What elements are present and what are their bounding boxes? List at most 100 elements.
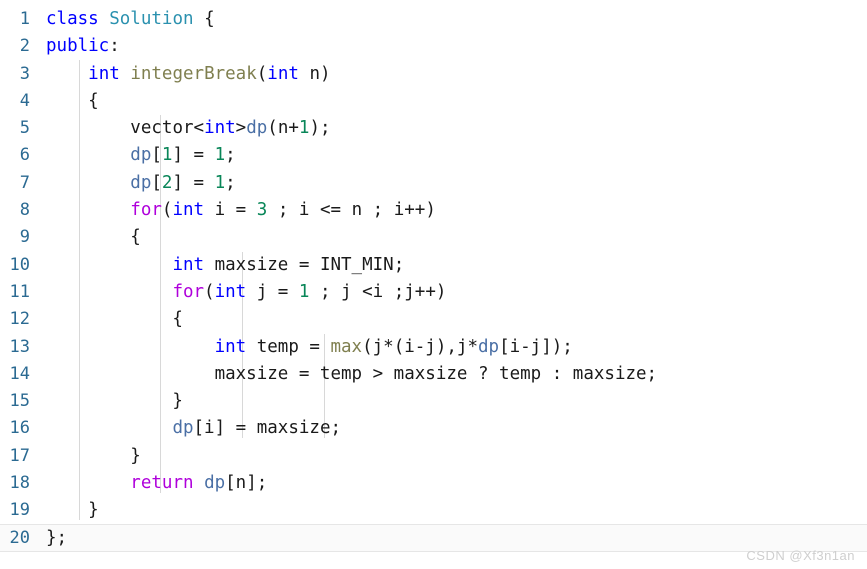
line-content[interactable]: dp[2] = 1; — [46, 170, 867, 197]
line-number: 8 — [19, 200, 30, 221]
line-number: 5 — [19, 118, 30, 139]
token-punctuation: }; — [46, 527, 68, 548]
line-content[interactable]: int maxsize = INT_MIN; — [46, 252, 867, 279]
token-number: 1 — [214, 172, 226, 193]
line-content[interactable]: maxsize = temp > maxsize ? temp : maxsiz… — [46, 361, 867, 388]
line-content[interactable]: dp[i] = maxsize; — [46, 415, 867, 442]
token-keyword: int — [88, 63, 120, 84]
token-keyword: public — [46, 36, 110, 57]
line-content[interactable]: for(int i = 3 ; i <= n ; i++) — [46, 197, 867, 224]
token-punctuation: [n]; — [225, 473, 268, 494]
line-content[interactable]: for(int j = 1 ; j <i ;j++) — [46, 279, 867, 306]
line-content[interactable]: vector<int>dp(n+1); — [46, 115, 867, 142]
line-content[interactable]: { — [46, 306, 867, 333]
line-content[interactable]: int temp = max(j*(i-j),j*dp[i-j]); — [46, 334, 867, 361]
code-line[interactable]: 1 class Solution { — [0, 6, 867, 33]
code-line[interactable]: 12 { — [0, 306, 867, 333]
code-line[interactable]: 7 dp[2] = 1; — [0, 170, 867, 197]
code-editor[interactable]: 1 class Solution { 2 public: 3 int integ… — [0, 0, 867, 569]
token-punctuation: ] = — [172, 172, 215, 193]
line-number: 19 — [9, 500, 30, 521]
line-number: 1 — [19, 9, 30, 29]
token-keyword: int — [172, 200, 205, 221]
token-keyword: int — [204, 118, 236, 139]
token-punctuation: ; — [225, 145, 236, 166]
line-content[interactable]: } — [46, 388, 867, 415]
token-identifier: vector — [130, 118, 194, 139]
token-number: 2 — [161, 172, 173, 193]
token-punctuation: } — [46, 500, 99, 521]
line-content[interactable]: dp[1] = 1; — [46, 142, 867, 169]
line-content[interactable]: class Solution { — [46, 6, 867, 33]
token-punctuation: ( — [161, 200, 173, 221]
token-punctuation: ( — [204, 281, 215, 302]
token-number: 3 — [256, 200, 268, 221]
code-line[interactable]: 8 for(int i = 3 ; i <= n ; i++) — [0, 197, 867, 224]
token-punctuation: { — [46, 90, 99, 111]
line-number: 14 — [9, 363, 30, 384]
line-number: 6 — [19, 145, 30, 166]
token-punctuation: ; j <i ;j++) — [309, 281, 447, 302]
line-number: 18 — [9, 473, 30, 494]
code-line[interactable]: 15 } — [0, 388, 867, 415]
code-area[interactable]: 1 class Solution { 2 public: 3 int integ… — [0, 0, 867, 552]
line-number: 17 — [9, 445, 30, 466]
token-punctuation: } — [46, 445, 141, 466]
line-content[interactable]: } — [46, 443, 867, 470]
token-keyword: class — [46, 9, 99, 29]
line-number: 7 — [19, 172, 30, 193]
token-punctuation: [i] = maxsize; — [193, 418, 342, 439]
code-line[interactable]: 3 int integerBreak(int n) — [0, 61, 867, 88]
line-number: 15 — [9, 391, 30, 412]
code-line[interactable]: 4 { — [0, 88, 867, 115]
code-line[interactable]: 17 } — [0, 443, 867, 470]
code-line[interactable]: 14 maxsize = temp > maxsize ? temp : max… — [0, 361, 867, 388]
line-number: 10 — [9, 254, 30, 275]
code-line[interactable]: 2 public: — [0, 33, 867, 60]
code-line[interactable]: 13 int temp = max(j*(i-j),j*dp[i-j]); — [0, 334, 867, 361]
line-content[interactable]: { — [46, 224, 867, 251]
line-content[interactable]: } — [46, 497, 867, 524]
token-function-name: integerBreak — [130, 63, 257, 84]
token-control-keyword: for — [172, 281, 205, 302]
token-number: 1 — [161, 145, 173, 166]
token-punctuation: [ — [151, 172, 162, 193]
code-line[interactable]: 9 { — [0, 224, 867, 251]
token-punctuation: [ — [151, 145, 162, 166]
token-punctuation: ( — [256, 63, 268, 84]
line-content[interactable]: return dp[n]; — [46, 470, 867, 497]
code-line[interactable]: 20 }; — [0, 525, 867, 552]
line-content[interactable]: int integerBreak(int n) — [46, 61, 867, 88]
line-number: 2 — [19, 36, 30, 57]
token-punctuation: ; i <= n ; i++) — [267, 200, 436, 221]
token-punctuation: > — [235, 118, 247, 139]
code-line[interactable]: 6 dp[1] = 1; — [0, 142, 867, 169]
line-content[interactable]: { — [46, 88, 867, 115]
line-content[interactable]: public: — [46, 33, 867, 60]
token-function-name: max — [330, 336, 363, 357]
token-punctuation: (j*(i-j),j* — [362, 336, 478, 357]
code-line[interactable]: 19 } — [0, 497, 867, 524]
code-line[interactable]: 10 int maxsize = INT_MIN; — [0, 252, 867, 279]
token-variable: dp — [172, 418, 194, 439]
code-line[interactable]: 5 vector<int>dp(n+1); — [0, 115, 867, 142]
token-class-name: Solution — [109, 9, 194, 29]
token-punctuation: temp = — [246, 336, 331, 357]
token-keyword: int — [214, 336, 247, 357]
token-number: 1 — [214, 145, 226, 166]
token-keyword: int — [214, 281, 247, 302]
code-line[interactable]: 18 return dp[n]; — [0, 470, 867, 497]
line-content[interactable]: }; — [46, 525, 867, 552]
token-keyword: int — [172, 254, 205, 275]
code-line[interactable]: 11 for(int j = 1 ; j <i ;j++) — [0, 279, 867, 306]
code-line[interactable]: 16 dp[i] = maxsize; — [0, 415, 867, 442]
token-variable: dp — [130, 145, 152, 166]
line-number: 3 — [19, 63, 30, 84]
